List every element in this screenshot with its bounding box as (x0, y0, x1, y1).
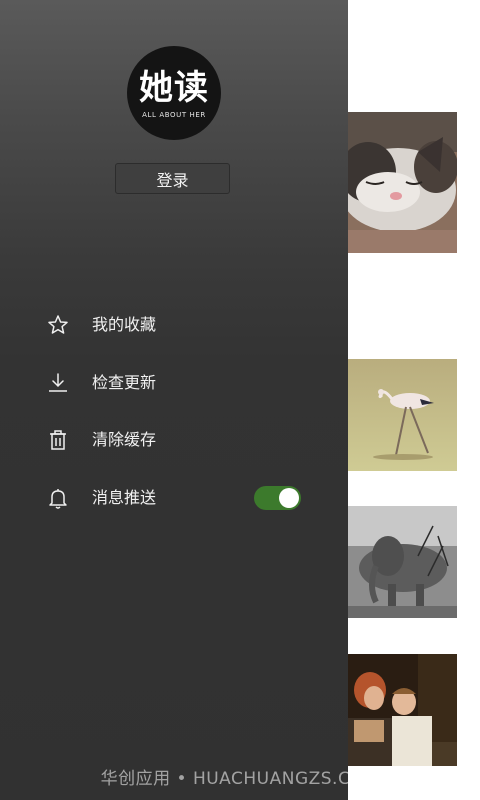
menu-item-check-update[interactable]: 检查更新 (0, 363, 348, 403)
menu-item-push-notifications: 消息推送 (0, 478, 348, 518)
menu-item-favorites[interactable]: 我的收藏 (0, 305, 348, 345)
logo-subtitle: ALL ABOUT HER (142, 111, 206, 119)
menu-label-clear-cache: 清除缓存 (92, 430, 157, 449)
cat-thumbnail[interactable] (348, 112, 457, 253)
couple-thumbnail[interactable] (348, 654, 457, 766)
menu-label-favorites: 我的收藏 (92, 315, 157, 334)
bell-icon (46, 486, 70, 510)
download-icon (46, 371, 70, 395)
toggle-knob (279, 488, 299, 508)
menu-label-push-notifications: 消息推送 (92, 488, 157, 507)
navigation-drawer: 她读 ALL ABOUT HER 登录 我的收藏 检查更新 清除缓存 消息推送 (0, 0, 348, 800)
elephant-thumbnail[interactable] (348, 506, 457, 618)
watermark: 华创应用 • HUACHUANGZS.COM (100, 769, 380, 789)
app-logo: 她读 ALL ABOUT HER (127, 46, 221, 140)
push-notifications-toggle[interactable] (254, 486, 301, 510)
login-button[interactable]: 登录 (115, 163, 230, 194)
menu-item-clear-cache[interactable]: 清除缓存 (0, 420, 348, 460)
logo-title: 她读 (139, 68, 209, 108)
menu-label-check-update: 检查更新 (92, 373, 157, 392)
flamingo-thumbnail[interactable] (348, 359, 457, 471)
star-icon (46, 313, 70, 337)
trash-icon (46, 428, 70, 452)
